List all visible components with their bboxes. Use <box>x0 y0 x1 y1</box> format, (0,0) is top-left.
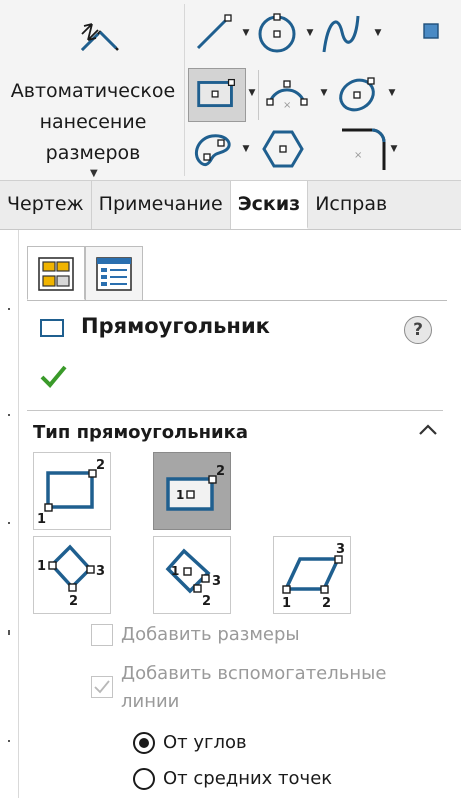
line-icon <box>196 14 232 50</box>
spline-icon <box>322 15 360 53</box>
point-label: 2 <box>216 464 225 479</box>
rectangle-tool-button[interactable] <box>188 68 246 122</box>
slot-tool-button[interactable] <box>190 126 236 172</box>
arc-tool-button[interactable]: × <box>264 72 310 118</box>
section-divider <box>27 410 443 411</box>
point-label: 1 <box>171 564 179 578</box>
tab-drawing[interactable]: Чертеж <box>0 181 92 229</box>
tool-group-divider <box>258 70 259 120</box>
point-tool-button[interactable] <box>414 14 448 48</box>
3-point-center-rectangle-icon: 1 2 3 <box>165 548 221 609</box>
from-midpoints-label: От средних точек <box>163 768 333 789</box>
center-rectangle-icon: 1 2 <box>166 464 225 511</box>
command-manager-tabs: Чертеж Примечание Эскиз Исправ <box>0 180 461 230</box>
spline-tool-button[interactable] <box>318 10 364 56</box>
gutter-marker <box>8 740 10 742</box>
point-label: 1 <box>282 596 291 611</box>
ellipse-icon <box>339 77 375 112</box>
from-midpoints-radio[interactable] <box>133 768 155 790</box>
3-point-center-rectangle-option[interactable]: 1 2 3 <box>153 536 231 614</box>
property-manager-title: Прямоугольник <box>81 314 270 338</box>
chevron-up-icon[interactable] <box>417 422 439 438</box>
solidworks-sketch-panel: Автоматическое нанесение размеров ▼ ▼ ▼ <box>0 0 461 798</box>
point-label: 3 <box>336 542 345 557</box>
feature-manager-tab[interactable] <box>85 246 143 300</box>
rectangle-tool-dropdown-icon[interactable]: ▼ <box>246 88 258 98</box>
point-label: 1 <box>37 512 46 527</box>
svg-text:×: × <box>354 150 362 161</box>
arc-tool-dropdown-icon[interactable]: ▼ <box>318 88 330 98</box>
add-construction-lines-checkbox[interactable] <box>91 676 113 698</box>
parallelogram-option[interactable]: 1 2 3 <box>273 536 351 614</box>
gutter-marker <box>8 414 10 416</box>
polygon-tool-button[interactable] <box>260 126 306 172</box>
ellipse-tool-dropdown-icon[interactable]: ▼ <box>386 88 398 98</box>
point-label: 2 <box>96 458 105 473</box>
point-label: 1 <box>176 488 184 502</box>
line-tool-button[interactable] <box>190 10 236 56</box>
ribbon-separator <box>184 4 185 176</box>
add-construction-lines-label: Добавить вспомогательные линии <box>121 663 387 712</box>
property-manager-tab[interactable] <box>27 246 85 300</box>
circle-icon <box>258 13 296 53</box>
svg-text:×: × <box>283 100 291 111</box>
circle-tool-dropdown-icon[interactable]: ▼ <box>304 28 316 38</box>
rectangle-title-icon <box>40 319 64 337</box>
point-label: 2 <box>69 594 78 609</box>
smart-dimension-dropdown-icon[interactable]: ▼ <box>90 168 98 179</box>
checkmark-icon <box>94 680 110 694</box>
property-manager: Прямоугольник ? Тип прямоугольника 1 2 1… <box>19 230 461 798</box>
point-label: 3 <box>96 564 105 579</box>
arc-icon: × <box>266 80 308 111</box>
circle-tool-button[interactable] <box>254 10 300 56</box>
3-point-corner-rectangle-icon: 1 2 3 <box>37 544 105 609</box>
from-corners-label: От углов <box>163 732 247 753</box>
tab-evaluate[interactable]: Исправ <box>308 181 394 229</box>
point-label: 3 <box>212 574 221 589</box>
parallelogram-icon: 1 2 3 <box>282 542 345 611</box>
center-rectangle-option[interactable]: 1 2 <box>153 452 231 530</box>
smart-dimension-icon <box>80 23 119 52</box>
rectangle-type-section-title: Тип прямоугольника <box>33 422 249 443</box>
rectangle-icon <box>197 78 235 108</box>
ellipse-tool-button[interactable] <box>334 70 380 116</box>
from-corners-radio[interactable] <box>133 732 155 754</box>
point-icon <box>423 23 439 39</box>
tab-sketch[interactable]: Эскиз <box>230 181 309 229</box>
line-tool-dropdown-icon[interactable]: ▼ <box>240 28 252 38</box>
point-label: 2 <box>202 594 211 609</box>
fillet-icon: × <box>342 128 386 170</box>
left-gutter <box>0 230 19 798</box>
gutter-marker <box>8 630 10 635</box>
help-button[interactable]: ? <box>404 316 432 344</box>
spline-tool-dropdown-icon[interactable]: ▼ <box>372 28 384 38</box>
feature-tree-icon <box>96 257 132 291</box>
tab-annotation[interactable]: Примечание <box>92 181 231 229</box>
corner-rectangle-icon: 1 2 <box>37 458 105 527</box>
add-dimensions-checkbox[interactable] <box>91 624 113 646</box>
property-manager-icon <box>38 257 74 291</box>
gutter-marker <box>8 308 10 310</box>
slot-icon <box>195 134 231 167</box>
sketch-ribbon: Автоматическое нанесение размеров ▼ ▼ ▼ <box>0 0 461 180</box>
polygon-icon <box>262 130 304 168</box>
add-dimensions-label: Добавить размеры <box>121 624 300 645</box>
slot-tool-dropdown-icon[interactable]: ▼ <box>240 144 252 154</box>
smart-dimension-button[interactable]: Автоматическое нанесение размеров ▼ <box>4 8 182 179</box>
point-label: 2 <box>322 596 331 611</box>
point-label: 1 <box>37 559 46 574</box>
corner-rectangle-option[interactable]: 1 2 <box>33 452 111 530</box>
accept-check-icon[interactable] <box>39 364 67 388</box>
fillet-tool-dropdown-icon[interactable]: ▼ <box>388 144 400 154</box>
3-point-corner-rectangle-option[interactable]: 1 2 3 <box>33 536 111 614</box>
smart-dimension-label: Автоматическое нанесение размеров <box>10 80 176 164</box>
fillet-tool-button[interactable]: × <box>336 122 386 172</box>
property-manager-tabs <box>27 246 447 301</box>
gutter-marker <box>8 522 10 524</box>
